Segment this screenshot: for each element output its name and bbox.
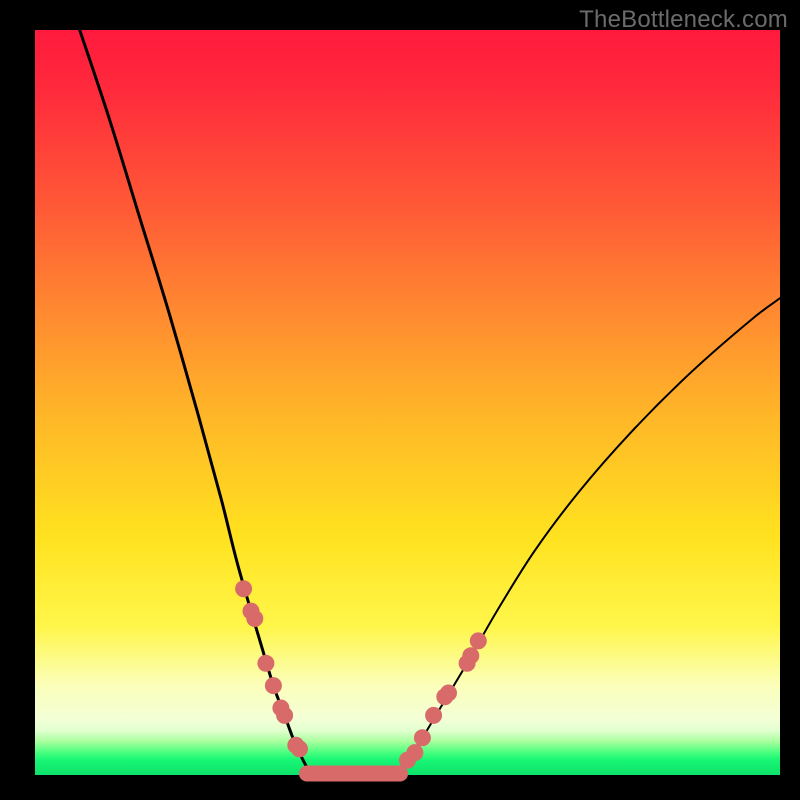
highlight-dot (462, 647, 479, 664)
curve-svg (35, 30, 780, 775)
highlight-dot (406, 744, 423, 761)
highlight-dot (425, 707, 442, 724)
chart-frame: TheBottleneck.com (0, 0, 800, 800)
highlight-dot (440, 685, 457, 702)
highlight-dot (235, 580, 252, 597)
watermark-text: TheBottleneck.com (579, 6, 788, 34)
curve-right-branch (408, 298, 781, 760)
curve-left-branch (80, 30, 307, 768)
highlight-dot (470, 632, 487, 649)
highlight-dot (291, 740, 308, 757)
highlight-dot (414, 729, 431, 746)
highlight-dot (257, 655, 274, 672)
highlight-markers (235, 580, 487, 768)
highlight-dot (276, 707, 293, 724)
highlight-dot (246, 610, 263, 627)
highlight-dot (265, 677, 282, 694)
plot-area (35, 30, 780, 775)
